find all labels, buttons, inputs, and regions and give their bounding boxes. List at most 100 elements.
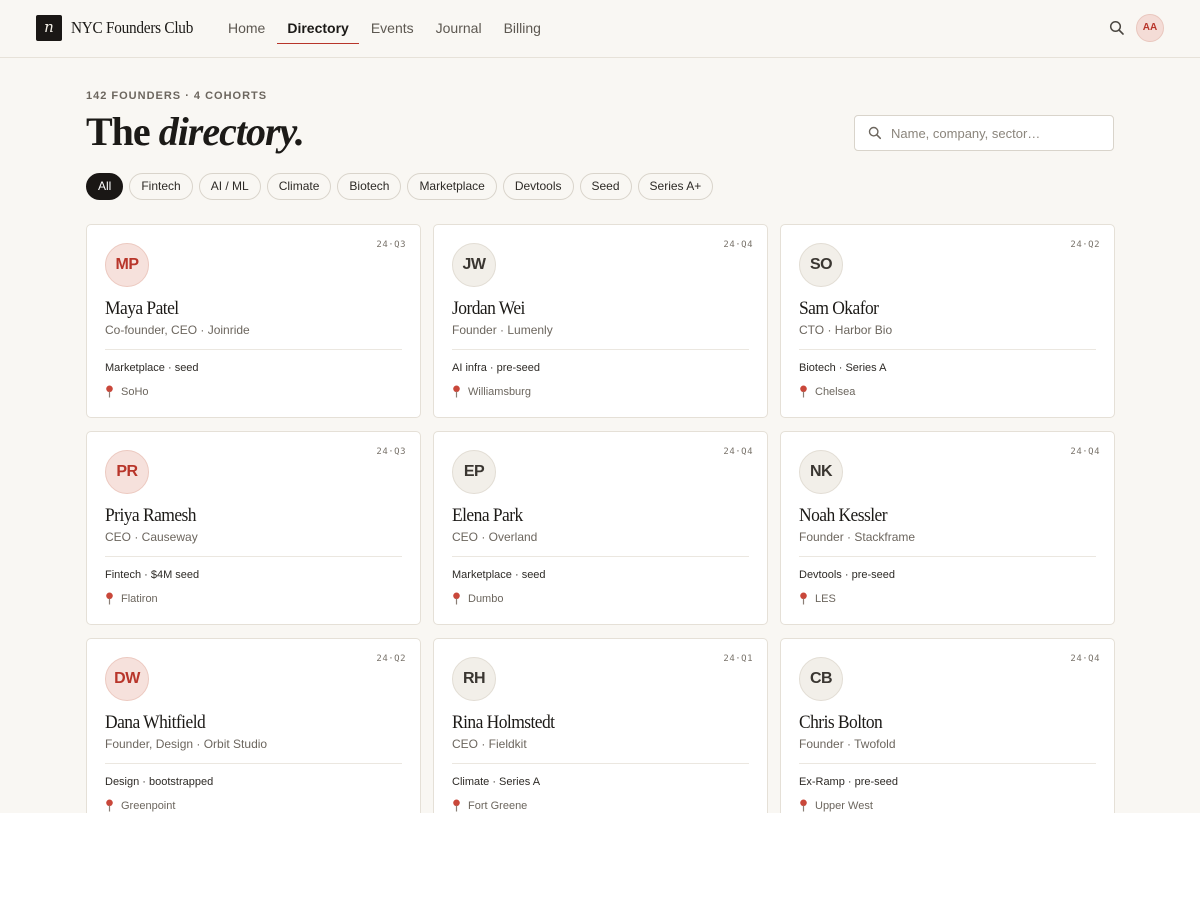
cohort-label: 24·Q4 [1070, 654, 1100, 664]
map-pin-icon [453, 592, 460, 605]
founder-name[interactable]: Maya Patel [105, 298, 179, 320]
cohort-label: 24·Q3 [376, 240, 406, 250]
page-title-italic: directory. [158, 109, 305, 154]
founder-card[interactable]: 24·Q1 RH Rina Holmstedt CEO · Fieldkit C… [433, 638, 768, 813]
founder-avatar: PR [105, 450, 149, 494]
filter-chip-climate[interactable]: Climate [266, 173, 332, 200]
card-divider [105, 763, 402, 764]
founder-name[interactable]: Priya Ramesh [105, 505, 197, 527]
founder-card[interactable]: 24·Q4 CB Chris Bolton Founder · Twofold … [780, 638, 1115, 813]
map-pin-icon [800, 799, 807, 812]
founder-location: Chelsea [799, 385, 855, 398]
founder-avatar: JW [452, 243, 496, 287]
card-divider [799, 556, 1096, 557]
founder-avatar: SO [799, 243, 843, 287]
founder-location: Greenpoint [105, 799, 175, 812]
founder-name[interactable]: Jordan Wei [452, 298, 525, 320]
cohort-label: 24·Q4 [723, 447, 753, 457]
founder-role: Co-founder, CEO · Joinride [105, 323, 250, 337]
search-icon[interactable] [1108, 19, 1126, 37]
founder-card[interactable]: 24·Q4 JW Jordan Wei Founder · Lumenly AI… [433, 224, 768, 418]
founder-name[interactable]: Noah Kessler [799, 505, 888, 527]
logo-mark[interactable]: n [36, 15, 62, 41]
user-avatar[interactable]: AA [1136, 14, 1164, 42]
founder-location-text: Dumbo [468, 592, 504, 605]
card-divider [105, 349, 402, 350]
map-pin-icon [106, 799, 113, 812]
page-title-plain: The [86, 109, 159, 154]
map-pin-icon [453, 385, 460, 398]
founder-location-text: Chelsea [815, 385, 856, 398]
card-divider [105, 556, 402, 557]
founder-avatar: DW [105, 657, 149, 701]
nav-item-home[interactable]: Home [218, 0, 275, 58]
founder-role: Founder, Design · Orbit Studio [105, 737, 268, 751]
filter-chip-all[interactable]: All [86, 173, 124, 200]
nav-item-events[interactable]: Events [361, 0, 424, 58]
founder-card[interactable]: 24·Q3 MP Maya Patel Co-founder, CEO · Jo… [86, 224, 421, 418]
cohort-label: 24·Q4 [1070, 447, 1100, 457]
map-pin-icon [800, 592, 807, 605]
app-viewport: n NYC Founders Club Home Directory Event… [0, 0, 1200, 813]
founder-tags: Marketplace · seed [452, 569, 546, 581]
founder-avatar: MP [105, 243, 149, 287]
founder-card[interactable]: 24·Q2 DW Dana Whitfield Founder, Design … [86, 638, 421, 813]
filter-chip-biotech[interactable]: Biotech [337, 173, 402, 200]
brand-name[interactable]: NYC Founders Club [71, 18, 193, 38]
filter-chip-seed[interactable]: Seed [579, 173, 632, 200]
founder-avatar: EP [452, 450, 496, 494]
nav-item-directory[interactable]: Directory [277, 0, 360, 58]
founder-role: Founder · Twofold [799, 737, 896, 751]
founder-card[interactable]: 24·Q2 SO Sam Okafor CTO · Harbor Bio Bio… [780, 224, 1115, 418]
founder-name[interactable]: Elena Park [452, 505, 523, 527]
filter-chip-devtools[interactable]: Devtools [502, 173, 574, 200]
founder-card[interactable]: 24·Q4 EP Elena Park CEO · Overland Marke… [433, 431, 768, 625]
founder-card[interactable]: 24·Q3 PR Priya Ramesh CEO · Causeway Fin… [86, 431, 421, 625]
founder-location-text: Upper West [815, 799, 873, 812]
founder-role: Founder · Stackframe [799, 530, 916, 544]
founder-location: SoHo [105, 385, 149, 398]
map-pin-icon [453, 799, 460, 812]
founder-location-text: SoHo [121, 385, 149, 398]
filter-chip-fintech[interactable]: Fintech [129, 173, 193, 200]
search-input[interactable] [891, 117, 1105, 149]
search-icon [867, 125, 883, 141]
founder-name[interactable]: Dana Whitfield [105, 712, 206, 734]
founder-tags: Biotech · Series A [799, 362, 887, 374]
cohort-label: 24·Q3 [376, 447, 406, 457]
founder-card[interactable]: 24·Q4 NK Noah Kessler Founder · Stackfra… [780, 431, 1115, 625]
nav-item-journal[interactable]: Journal [426, 0, 492, 58]
founder-location: Fort Greene [452, 799, 527, 812]
filter-chip-marketplace[interactable]: Marketplace [407, 173, 497, 200]
cohort-label: 24·Q2 [376, 654, 406, 664]
map-pin-icon [800, 385, 807, 398]
founder-tags: Fintech · $4M seed [105, 569, 200, 581]
founder-tags: Design · bootstrapped [105, 776, 214, 788]
map-pin-icon [106, 592, 113, 605]
founder-tags: Marketplace · seed [105, 362, 199, 374]
filter-chip-series-a-plus[interactable]: Series A+ [637, 173, 714, 200]
nav-item-billing[interactable]: Billing [494, 0, 551, 58]
founder-role: CEO · Causeway [105, 530, 198, 544]
top-navigation-bar: n NYC Founders Club Home Directory Event… [0, 0, 1200, 58]
founder-avatar: RH [452, 657, 496, 701]
founder-location: Flatiron [105, 592, 158, 605]
cohort-label: 24·Q2 [1070, 240, 1100, 250]
main-nav: Home Directory Events Journal Billing [218, 0, 553, 58]
founder-name[interactable]: Chris Bolton [799, 712, 883, 734]
founder-avatar: NK [799, 450, 843, 494]
founder-tags: Climate · Series A [452, 776, 541, 788]
founder-name[interactable]: Rina Holmstedt [452, 712, 555, 734]
founder-location-text: Williamsburg [468, 385, 531, 398]
map-pin-icon [106, 385, 113, 398]
filter-chips: All Fintech AI / ML Climate Biotech Mark… [86, 173, 719, 200]
founder-tags: AI infra · pre-seed [452, 362, 541, 374]
card-divider [452, 763, 749, 764]
cohort-label: 24·Q1 [723, 654, 753, 664]
founder-tags: Devtools · pre-seed [799, 569, 895, 581]
founder-avatar: CB [799, 657, 843, 701]
founder-name[interactable]: Sam Okafor [799, 298, 879, 320]
founder-location-text: Flatiron [121, 592, 158, 605]
filter-chip-ai-ml[interactable]: AI / ML [198, 173, 261, 200]
founder-location-text: Greenpoint [121, 799, 176, 812]
